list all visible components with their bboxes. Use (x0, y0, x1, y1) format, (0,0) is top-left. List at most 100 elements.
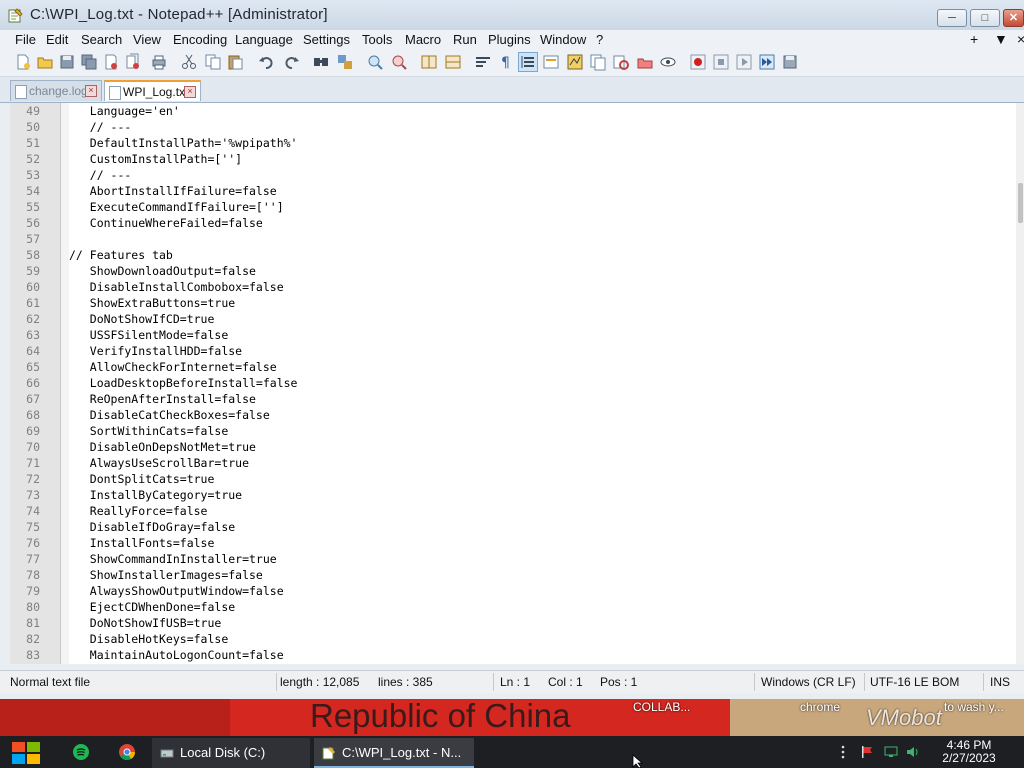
maximize-button[interactable]: □ (970, 9, 1000, 27)
new-file-icon[interactable] (14, 53, 32, 71)
code-line[interactable]: 67 ReOpenAfterInstall=false (10, 391, 1016, 407)
menu-plugins[interactable]: Plugins (488, 32, 531, 47)
close-file-icon[interactable] (102, 53, 120, 71)
scrollbar-thumb[interactable] (1018, 183, 1023, 223)
code-line[interactable]: 68 DisableCatCheckBoxes=false (10, 407, 1016, 423)
code-line[interactable]: 59 ShowDownloadOutput=false (10, 263, 1016, 279)
menu-window[interactable]: Window (540, 32, 586, 47)
code-line[interactable]: 69 SortWithinCats=false (10, 423, 1016, 439)
chrome-icon[interactable] (118, 743, 136, 761)
word-wrap-icon[interactable] (474, 53, 492, 71)
code-line[interactable]: 52 CustomInstallPath=[''] (10, 151, 1016, 167)
code-line[interactable]: 80 EjectCDWhenDone=false (10, 599, 1016, 615)
title-bar[interactable]: C:\WPI_Log.txt - Notepad++ [Administrato… (0, 0, 1024, 30)
volume-icon[interactable] (906, 745, 920, 759)
find-icon[interactable] (312, 53, 330, 71)
taskbar-explorer[interactable]: Local Disk (C:) (152, 738, 310, 768)
save-macro-icon[interactable] (781, 53, 799, 71)
menu-edit[interactable]: Edit (46, 32, 68, 47)
menu-run[interactable]: Run (453, 32, 477, 47)
run-macro-multiple-icon[interactable] (758, 53, 776, 71)
close-all-icon[interactable] (124, 53, 142, 71)
network-icon[interactable] (884, 745, 898, 759)
code-line[interactable]: 61 ShowExtraButtons=true (10, 295, 1016, 311)
code-line[interactable]: 65 AllowCheckForInternet=false (10, 359, 1016, 375)
code-line[interactable]: 50 // --- (10, 119, 1016, 135)
code-line[interactable]: 56 ContinueWhereFailed=false (10, 215, 1016, 231)
stop-macro-icon[interactable] (712, 53, 730, 71)
print-icon[interactable] (150, 53, 168, 71)
code-line[interactable]: 83 MaintainAutoLogonCount=false (10, 647, 1016, 663)
tab-list-button[interactable]: ▼ (994, 31, 1008, 47)
cut-icon[interactable] (180, 53, 198, 71)
code-line[interactable]: 51 DefaultInstallPath='%wpipath%' (10, 135, 1016, 151)
sync-vertical-icon[interactable] (420, 53, 438, 71)
tab-close-icon[interactable]: × (85, 85, 97, 97)
code-line[interactable]: 49 Language='en' (10, 103, 1016, 119)
code-line[interactable]: 81 DoNotShowIfUSB=true (10, 615, 1016, 631)
code-line[interactable]: 76 InstallFonts=false (10, 535, 1016, 551)
open-file-icon[interactable] (36, 53, 54, 71)
tab-change-log[interactable]: change.log × (10, 80, 102, 101)
code-line[interactable]: 55 ExecuteCommandIfFailure=[''] (10, 199, 1016, 215)
indent-guide-icon[interactable] (518, 52, 538, 72)
code-line[interactable]: 73 InstallByCategory=true (10, 487, 1016, 503)
code-line[interactable]: 60 DisableInstallCombobox=false (10, 279, 1016, 295)
copy-icon[interactable] (204, 53, 222, 71)
monitoring-icon[interactable] (659, 53, 677, 71)
doc-map-icon[interactable] (566, 53, 584, 71)
menu-file[interactable]: File (15, 32, 36, 47)
menu-settings[interactable]: Settings (303, 32, 350, 47)
code-line[interactable]: 64 VerifyInstallHDD=false (10, 343, 1016, 359)
paste-icon[interactable] (226, 53, 244, 71)
text-editor[interactable]: 49 Language='en' 50 // --- 51 DefaultInsta… (10, 103, 1016, 664)
desktop-icon-label[interactable]: COLLAB... (633, 700, 690, 714)
flag-icon[interactable] (860, 745, 874, 759)
desktop-icon-label[interactable]: to wash y... (944, 700, 1004, 714)
overflow-dots-icon[interactable] (836, 745, 850, 759)
code-line[interactable]: 72 DontSplitCats=true (10, 471, 1016, 487)
zoom-out-icon[interactable] (390, 53, 408, 71)
desktop-icon-label[interactable]: chrome (800, 700, 840, 714)
taskbar-clock[interactable]: 4:46 PM 2/27/2023 (930, 739, 1008, 765)
sync-horizontal-icon[interactable] (444, 53, 462, 71)
menu-tools[interactable]: Tools (362, 32, 392, 47)
undo-icon[interactable] (258, 53, 276, 71)
windows-start-icon[interactable] (10, 740, 42, 766)
folder-icon[interactable] (636, 53, 654, 71)
function-list-icon[interactable] (589, 53, 607, 71)
code-line[interactable]: 74 ReallyForce=false (10, 503, 1016, 519)
save-all-icon[interactable] (80, 53, 98, 71)
minimize-button[interactable]: ─ (937, 9, 967, 27)
code-line[interactable]: 78 ShowInstallerImages=false (10, 567, 1016, 583)
tab-wpi-log[interactable]: WPI_Log.txt × (104, 80, 201, 101)
play-macro-icon[interactable] (735, 53, 753, 71)
menu-macro[interactable]: Macro (405, 32, 441, 47)
menu-help[interactable]: ? (596, 32, 603, 47)
code-line[interactable]: 62 DoNotShowIfCD=true (10, 311, 1016, 327)
code-line[interactable]: 82 DisableHotKeys=false (10, 631, 1016, 647)
menu-view[interactable]: View (133, 32, 161, 47)
tab-close-icon[interactable]: × (184, 86, 196, 98)
close-button[interactable]: ✕ (1003, 9, 1024, 27)
code-line[interactable]: 79 AlwaysShowOutputWindow=false (10, 583, 1016, 599)
add-tab-button[interactable]: + (970, 31, 978, 47)
record-macro-icon[interactable] (689, 53, 707, 71)
code-line[interactable]: 63 USSFSilentMode=false (10, 327, 1016, 343)
zoom-in-icon[interactable] (366, 53, 384, 71)
code-line[interactable]: 53 // --- (10, 167, 1016, 183)
menu-search[interactable]: Search (81, 32, 122, 47)
code-line[interactable]: 58 // Features tab (10, 247, 1016, 263)
menu-encoding[interactable]: Encoding (173, 32, 227, 47)
menu-language[interactable]: Language (235, 32, 293, 47)
show-all-chars-icon[interactable]: ¶ (497, 53, 515, 71)
replace-icon[interactable] (336, 53, 354, 71)
code-line[interactable]: 70 DisableOnDepsNotMet=true (10, 439, 1016, 455)
save-icon[interactable] (58, 53, 76, 71)
code-line[interactable]: 77 ShowCommandInInstaller=true (10, 551, 1016, 567)
close-doc-button[interactable]: × (1017, 31, 1024, 47)
spotify-icon[interactable] (72, 743, 90, 761)
code-line[interactable]: 57 (10, 231, 1016, 247)
redo-icon[interactable] (282, 53, 300, 71)
code-line[interactable]: 66 LoadDesktopBeforeInstall=false (10, 375, 1016, 391)
